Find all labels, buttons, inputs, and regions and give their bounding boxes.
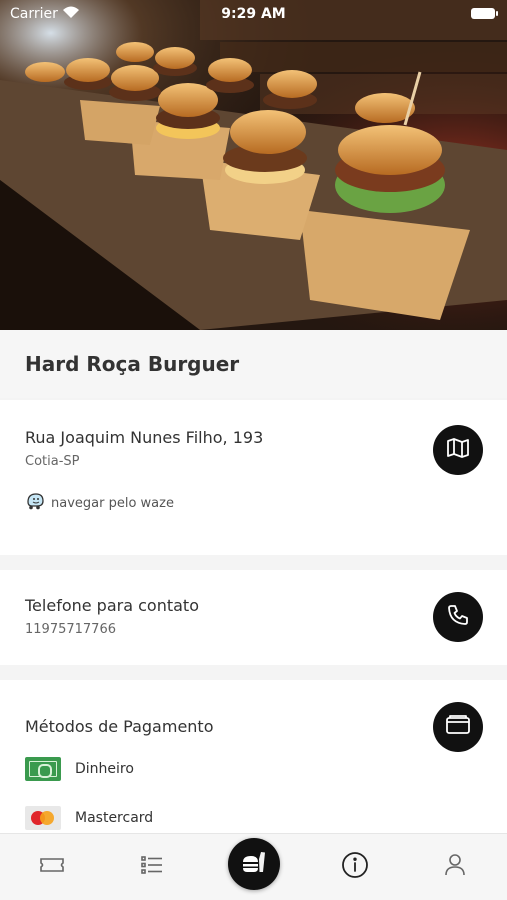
payment-button[interactable]: [433, 702, 483, 752]
payment-method-label: Mastercard: [75, 810, 154, 826]
address-card: Rua Joaquim Nunes Filho, 193 Cotia-SP na…: [0, 400, 507, 555]
user-icon: [444, 853, 466, 881]
tab-ticket[interactable]: [37, 852, 67, 882]
tab-profile[interactable]: [440, 852, 470, 882]
tab-food[interactable]: [228, 838, 280, 890]
payment-method-cash: Dinheiro: [25, 757, 134, 781]
restaurant-name: Hard Roça Burguer: [25, 352, 240, 376]
battery-icon: [471, 8, 498, 19]
ticket-icon: [39, 856, 65, 878]
hero-image: [0, 0, 507, 330]
cash-icon: [25, 757, 61, 781]
info-icon: [341, 851, 369, 883]
waze-link[interactable]: navegar pelo waze: [25, 492, 174, 514]
payment-card: Métodos de Pagamento Dinheiro Mastercard: [0, 680, 507, 840]
tab-bar: [0, 833, 507, 900]
tab-info[interactable]: [340, 852, 370, 882]
payment-method-label: Dinheiro: [75, 761, 134, 777]
address-street: Rua Joaquim Nunes Filho, 193: [25, 428, 264, 447]
phone-label: Telefone para contato: [25, 596, 199, 615]
burgers-photo: [0, 0, 507, 330]
tab-list[interactable]: [137, 852, 167, 882]
phone-number[interactable]: 11975717766: [25, 622, 116, 637]
list-icon: [141, 855, 163, 879]
payment-method-mastercard: Mastercard: [25, 806, 153, 830]
map-icon: [446, 437, 470, 463]
status-time: 9:29 AM: [221, 6, 286, 22]
status-bar: Carrier 9:29 AM: [0, 0, 507, 28]
phone-card: Telefone para contato 11975717766: [0, 570, 507, 665]
call-button[interactable]: [433, 592, 483, 642]
map-button[interactable]: [433, 425, 483, 475]
waze-label: navegar pelo waze: [51, 495, 174, 511]
payment-title: Métodos de Pagamento: [25, 717, 214, 736]
food-icon: [240, 848, 268, 880]
title-section: Hard Roça Burguer: [0, 330, 507, 398]
wallet-icon: [445, 714, 471, 740]
address-city: Cotia-SP: [25, 454, 80, 469]
mastercard-icon: [25, 806, 61, 830]
waze-icon: [25, 492, 45, 514]
phone-icon: [446, 603, 470, 631]
